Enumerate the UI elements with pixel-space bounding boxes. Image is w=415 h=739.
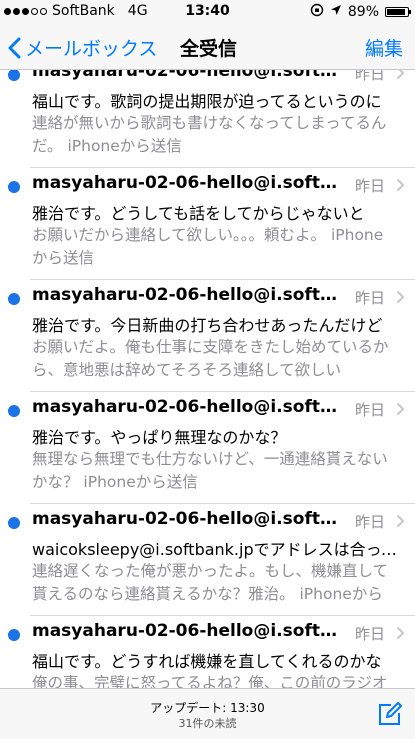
chevron-right-icon <box>396 178 405 192</box>
battery-percent: 89% <box>347 4 379 20</box>
message-subject: waicoksleepy@i.softbank.jpでアドレスは合ってる <box>32 540 398 559</box>
message-preview: 無理なら無理でも仕方ないけど、一通連絡貰えないかな？ iPhoneから送信 <box>32 450 388 491</box>
chevron-right-icon <box>396 70 405 80</box>
edit-button[interactable]: 編集 <box>365 34 403 61</box>
chevron-left-icon <box>8 37 21 58</box>
message-preview: 連絡遅くなった俺が悪かったよ。もし、機嫌直して貰えるのなら連絡貰えるかな？雅治。… <box>32 562 389 603</box>
unread-dot-icon <box>8 293 20 305</box>
unread-dot-icon <box>8 70 20 81</box>
message-date: 昨日 <box>354 625 385 643</box>
unread-dot-icon <box>8 629 20 641</box>
location-arrow-icon <box>330 4 342 20</box>
message-preview: 俺の事、完璧に怒ってるよね？俺、この前のラジオで何か気に障るような事言ったかな？… <box>32 674 388 688</box>
message-preview: 連絡が無いから歌詞も書けなくなってしまってるんだ。 iPhoneから送信 <box>32 114 387 155</box>
message-preview: お願いだよ。俺も仕事に支障をきたし始めているから、意地悪は辞めてそろそろ連絡して… <box>32 338 389 379</box>
message-row[interactable]: masyaharu-02-06-hello@i.softbank.jp 昨日 福… <box>0 70 415 168</box>
chevron-right-icon <box>396 290 405 304</box>
message-date: 昨日 <box>354 177 385 195</box>
unread-count: 31件の未読 <box>178 717 237 730</box>
unread-dot-icon <box>8 405 20 417</box>
bottom-toolbar: アップデート: 13:30 31件の未読 <box>0 688 415 739</box>
message-subject: 福山です。どうすれば機嫌を直してくれるのかな <box>32 652 382 671</box>
message-row[interactable]: masyaharu-02-06-hello@i.softbank.jp 昨日 w… <box>0 504 415 616</box>
message-preview: お願いだから連絡して欲しい。。。頼むよ。 iPhoneから送信 <box>32 226 384 267</box>
message-sender: masyaharu-02-06-hello@i.softbank.jp <box>32 173 338 193</box>
message-sender: masyaharu-02-06-hello@i.softbank.jp <box>32 621 338 641</box>
battery-fill <box>387 9 405 15</box>
message-row[interactable]: masyaharu-02-06-hello@i.softbank.jp 昨日 雅… <box>0 280 415 392</box>
message-date: 昨日 <box>354 401 385 419</box>
message-sender: masyaharu-02-06-hello@i.softbank.jp <box>32 285 338 305</box>
message-date: 昨日 <box>354 513 385 531</box>
message-row[interactable]: masyaharu-02-06-hello@i.softbank.jp 昨日 福… <box>0 616 415 688</box>
back-button[interactable]: メールボックス <box>8 34 157 61</box>
message-sender: masyaharu-02-06-hello@i.softbank.jp <box>32 397 338 417</box>
unread-dot-icon <box>8 517 20 529</box>
update-status: アップデート: 13:30 <box>150 701 265 715</box>
navigation-bar: メールボックス 全受信 編集 <box>0 22 415 70</box>
unread-dot-icon <box>8 181 20 193</box>
compose-button[interactable] <box>377 701 403 731</box>
message-subject: 雅治です。やっぱり無理なのかな？ <box>32 428 287 447</box>
message-sender: masyaharu-02-06-hello@i.softbank.jp <box>32 509 338 529</box>
message-subject: 雅治です。今日新曲の打ち合わせあったんだけど <box>32 316 383 335</box>
message-subject: 雅治です。どうしても話をしてからじゃないと <box>32 204 365 223</box>
message-sender: masyaharu-02-06-hello@i.softbank.jp <box>32 70 338 81</box>
chevron-right-icon <box>396 514 405 528</box>
chevron-right-icon <box>396 402 405 416</box>
message-list[interactable]: masyaharu-02-06-hello@i.softbank.jp 昨日 福… <box>0 70 415 688</box>
message-row[interactable]: masyaharu-02-06-hello@i.softbank.jp 昨日 雅… <box>0 168 415 280</box>
page-title: 全受信 <box>180 38 238 60</box>
back-button-label: メールボックス <box>25 38 158 60</box>
chevron-right-icon <box>396 626 405 640</box>
battery-icon <box>385 7 411 17</box>
status-right: 89% <box>310 3 411 21</box>
message-date: 昨日 <box>354 70 385 83</box>
message-subject: 福山です。歌詞の提出期限が迫ってるというのに <box>32 92 382 111</box>
rotation-lock-icon <box>310 3 324 21</box>
message-date: 昨日 <box>354 289 385 307</box>
message-row[interactable]: masyaharu-02-06-hello@i.softbank.jp 昨日 雅… <box>0 392 415 504</box>
status-bar: SoftBank 4G 13:40 89% <box>0 0 415 22</box>
compose-icon <box>379 702 402 725</box>
